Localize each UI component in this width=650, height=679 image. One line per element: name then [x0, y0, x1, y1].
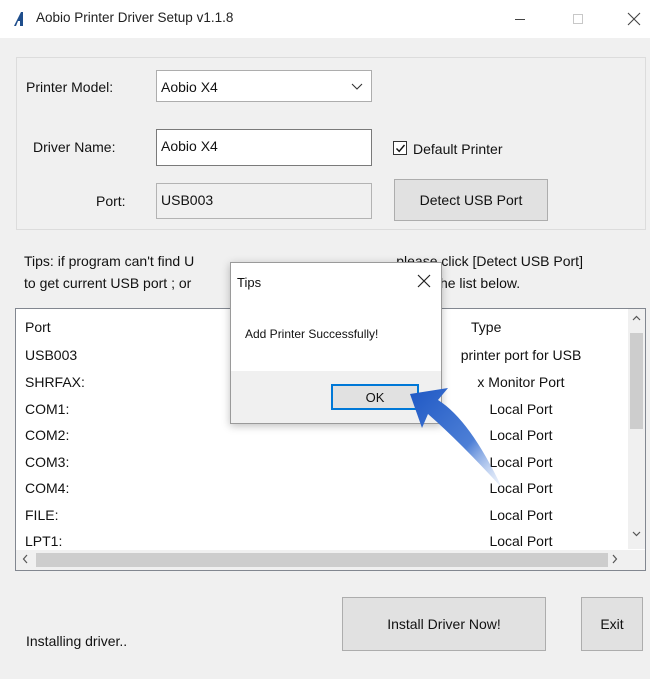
detect-usb-port-button[interactable]: Detect USB Port: [394, 179, 548, 221]
dialog-footer: OK: [231, 371, 441, 423]
dialog-close-icon[interactable]: [415, 272, 433, 290]
tips-dialog: Tips Add Printer Successfully! OK: [230, 262, 442, 424]
window-title: Aobio Printer Driver Setup v1.1.8: [36, 10, 234, 25]
checkmark-icon: [395, 144, 406, 153]
vertical-scrollbar[interactable]: [628, 309, 645, 549]
dialog-title: Tips: [237, 275, 262, 290]
chevron-down-icon: [351, 83, 363, 90]
list-item[interactable]: FILE: Local Port: [16, 507, 626, 533]
driver-name-field[interactable]: Aobio X4: [156, 129, 372, 166]
tips-line1-prefix: Tips: if program can't find U: [24, 253, 195, 269]
close-icon: [627, 12, 641, 26]
column-header-port[interactable]: Port: [25, 319, 51, 335]
horizontal-scrollbar[interactable]: [16, 550, 645, 570]
scroll-up-icon[interactable]: [632, 315, 641, 321]
app-logo-icon: [14, 12, 23, 26]
exit-button[interactable]: Exit: [581, 597, 643, 651]
scroll-left-icon[interactable]: [22, 554, 28, 564]
status-text: Installing driver..: [26, 633, 128, 649]
printer-model-value: Aobio X4: [161, 79, 218, 95]
printer-model-label: Printer Model:: [26, 79, 114, 95]
horizontal-scroll-thumb[interactable]: [36, 553, 608, 567]
port-label: Port:: [96, 193, 126, 209]
ok-button[interactable]: OK: [331, 384, 419, 410]
printer-model-select[interactable]: Aobio X4: [156, 70, 372, 102]
minimize-icon: [515, 19, 525, 20]
maximize-button[interactable]: [558, 4, 598, 34]
close-button[interactable]: [614, 4, 650, 34]
port-field: USB003: [156, 183, 372, 219]
column-header-type[interactable]: Type: [471, 319, 501, 335]
default-printer-checkbox[interactable]: [393, 141, 407, 155]
vertical-scroll-thumb[interactable]: [630, 333, 643, 429]
list-item[interactable]: COM2: Local Port: [16, 427, 626, 453]
list-item[interactable]: COM4: Local Port: [16, 480, 626, 506]
driver-name-label: Driver Name:: [33, 139, 116, 155]
install-driver-button[interactable]: Install Driver Now!: [342, 597, 546, 651]
list-item[interactable]: COM3: Local Port: [16, 454, 626, 480]
dialog-message: Add Printer Successfully!: [245, 327, 379, 341]
title-bar: Aobio Printer Driver Setup v1.1.8: [0, 0, 650, 38]
tips-line2-prefix: to get current USB port ; or: [24, 275, 192, 291]
maximize-icon: [573, 14, 583, 24]
scroll-right-icon[interactable]: [612, 554, 618, 564]
default-printer-label: Default Printer: [413, 141, 503, 157]
scroll-down-icon[interactable]: [632, 531, 641, 537]
minimize-button[interactable]: [500, 4, 540, 34]
